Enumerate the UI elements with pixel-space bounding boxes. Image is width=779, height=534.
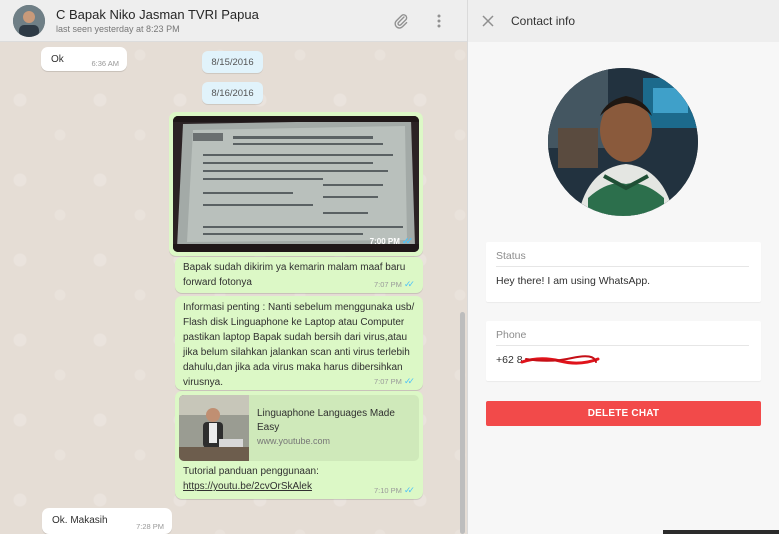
contact-info-title: Contact info bbox=[511, 14, 576, 28]
scrollbar[interactable] bbox=[460, 312, 465, 534]
taskbar-edge bbox=[663, 530, 779, 534]
message-time: 7:28 PM bbox=[136, 522, 164, 531]
read-receipt-icon: ✓✓ bbox=[403, 279, 415, 289]
read-receipt-icon: ✓✓ bbox=[403, 376, 415, 386]
message-bubble-photo[interactable]: 7:00 PM ✓✓ bbox=[169, 112, 423, 256]
message-time: 7:07 PM ✓✓ bbox=[374, 279, 415, 290]
chat-header[interactable]: C Bapak Niko Jasman TVRI Papua last seen… bbox=[0, 0, 467, 42]
message-text: Ok bbox=[51, 54, 64, 65]
message-time: 6:36 AM bbox=[91, 59, 119, 68]
status-value: Hey there! I am using WhatsApp. bbox=[496, 275, 651, 287]
close-icon[interactable] bbox=[478, 11, 498, 31]
message-time: 7:10 PM ✓✓ bbox=[374, 485, 415, 496]
avatar[interactable] bbox=[13, 5, 45, 37]
delete-chat-button[interactable]: DELETE CHAT bbox=[486, 401, 761, 426]
link-domain: www.youtube.com bbox=[257, 436, 331, 446]
message-bubble-outgoing[interactable]: Bapak sudah dikirim ya kemarin malam maa… bbox=[175, 257, 423, 293]
message-bubble-outgoing[interactable]: Informasi penting : Nanti sebelum menggu… bbox=[175, 296, 423, 390]
message-time: 7:00 PM ✓✓ bbox=[370, 236, 413, 247]
message-bubble-incoming[interactable]: Ok. Makasih 7:28 PM bbox=[42, 508, 172, 534]
chat-pane: C Bapak Niko Jasman TVRI Papua last seen… bbox=[0, 0, 467, 534]
message-link[interactable]: https://youtu.be/2cvOrSkAlek bbox=[183, 479, 312, 494]
message-text: Tutorial panduan penggunaan: bbox=[183, 466, 319, 477]
phone-value[interactable]: +62 8 bbox=[496, 354, 600, 366]
contact-info-header: Contact info bbox=[468, 0, 779, 42]
read-receipt-icon: ✓✓ bbox=[403, 485, 415, 495]
last-seen-status: last seen yesterday at 8:23 PM bbox=[56, 24, 180, 34]
contact-info-pane: Contact info Status Hey there! I am usin… bbox=[467, 0, 779, 534]
message-bubble-link[interactable]: Linguaphone Languages Made Easy www.yout… bbox=[175, 391, 423, 499]
phone-label: Phone bbox=[496, 329, 527, 341]
message-time: 7:07 PM ✓✓ bbox=[374, 376, 415, 387]
link-thumbnail bbox=[179, 395, 249, 461]
date-divider: 8/16/2016 bbox=[202, 82, 263, 104]
profile-photo[interactable] bbox=[548, 68, 698, 216]
date-divider: 8/15/2016 bbox=[202, 51, 263, 73]
link-title[interactable]: Linguaphone Languages Made Easy bbox=[257, 407, 417, 435]
link-preview-card[interactable]: Linguaphone Languages Made Easy www.yout… bbox=[179, 395, 419, 461]
status-label: Status bbox=[496, 250, 526, 262]
redaction-scribble bbox=[520, 355, 599, 365]
more-vert-icon[interactable] bbox=[429, 11, 449, 31]
divider bbox=[496, 266, 749, 267]
status-card: Status Hey there! I am using WhatsApp. bbox=[486, 242, 761, 302]
photo-attachment[interactable]: 7:00 PM ✓✓ bbox=[173, 116, 419, 252]
phone-card: Phone +62 8 bbox=[486, 321, 761, 381]
paperclip-icon[interactable] bbox=[391, 11, 411, 31]
read-receipt-icon: ✓✓ bbox=[401, 236, 413, 246]
message-text: Ok. Makasih bbox=[52, 515, 108, 526]
message-bubble-incoming[interactable]: Ok 6:36 AM bbox=[41, 47, 127, 71]
divider bbox=[496, 345, 749, 346]
chat-title[interactable]: C Bapak Niko Jasman TVRI Papua bbox=[56, 7, 259, 22]
